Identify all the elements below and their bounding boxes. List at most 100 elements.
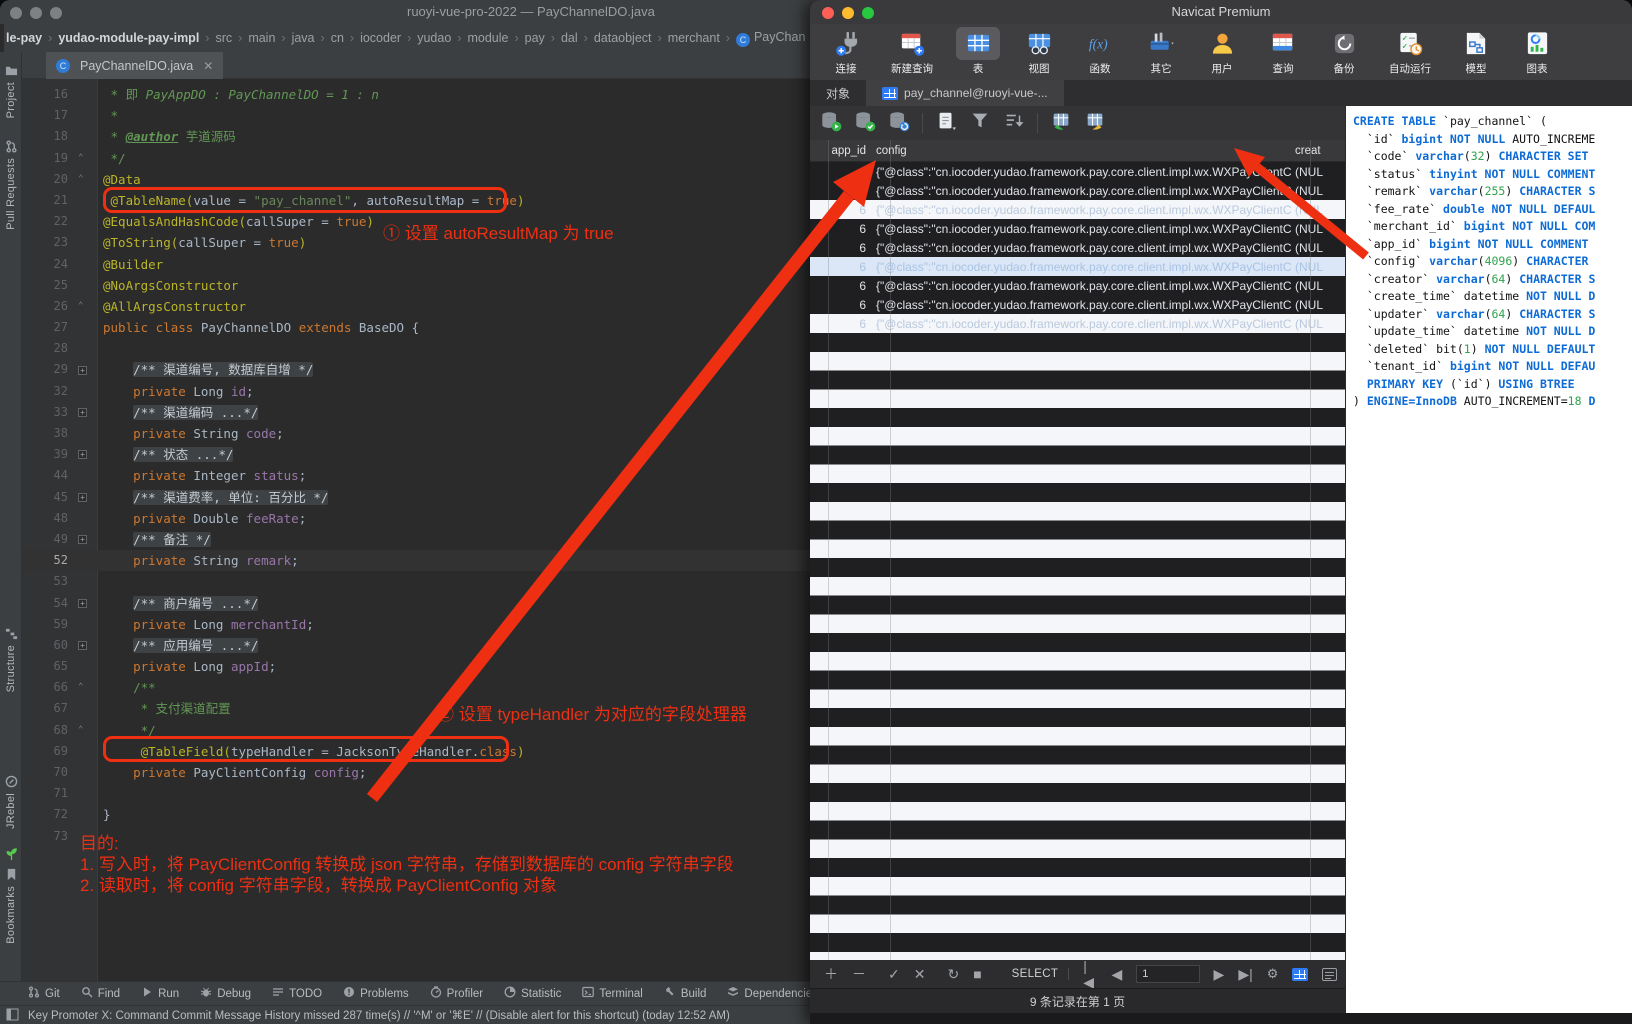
code-line[interactable]: 49+ /** 备注 */ xyxy=(22,529,843,550)
breadcrumb-item[interactable]: CPayChan xyxy=(734,30,807,47)
code-line[interactable]: 38 private String code; xyxy=(22,423,843,444)
navicat-tool-user[interactable]: 用户 xyxy=(1196,27,1248,76)
window-controls-inactive[interactable] xyxy=(10,6,70,24)
form-view-button[interactable] xyxy=(1322,968,1337,981)
close-window-icon[interactable] xyxy=(10,7,22,19)
cell-config[interactable]: {"@class":"cn.iocoder.yudao.framework.pa… xyxy=(872,222,1292,236)
tab-paychanneldo-java[interactable]: C PayChannelDO.java ✕ xyxy=(46,52,223,79)
code-line[interactable]: 52 private String remark; xyxy=(22,550,843,571)
cell-create-time[interactable]: (NUL xyxy=(1292,298,1332,312)
code-line[interactable]: 54+ /** 商户编号 ...*/ xyxy=(22,593,843,614)
intellij-titlebar[interactable]: ruoyi-vue-pro-2022 — PayChannelDO.java xyxy=(0,0,843,24)
sidebar-item-jrebel[interactable]: JRebel xyxy=(0,775,22,829)
breadcrumb-item[interactable]: iocoder xyxy=(358,31,403,45)
code-line[interactable]: 19⌃ */ xyxy=(22,148,843,169)
code-line[interactable]: 27public class PayChannelDO extends Base… xyxy=(22,317,843,338)
grid-import-icon[interactable] xyxy=(1050,110,1072,137)
navicat-tool-table[interactable]: 表 xyxy=(952,27,1004,76)
column-header-app-id[interactable]: app_id xyxy=(810,145,872,157)
code-line[interactable]: 25@NoArgsConstructor xyxy=(22,275,843,296)
breadcrumb-item[interactable]: dal xyxy=(559,31,580,45)
navicat-tool-others[interactable]: 其它 xyxy=(1135,27,1187,76)
cell-create-time[interactable]: (NUL xyxy=(1292,260,1332,274)
cell-create-time[interactable]: (NUL xyxy=(1292,203,1332,217)
code-line[interactable]: 45+ /** 渠道费率, 单位: 百分比 */ xyxy=(22,487,843,508)
breadcrumb-item[interactable]: merchant xyxy=(666,31,722,45)
memo-icon[interactable] xyxy=(935,110,957,137)
breadcrumb-item[interactable]: dataobject xyxy=(592,31,654,45)
cell-app-id[interactable]: 6 xyxy=(810,241,872,255)
navicat-tool-new-query[interactable]: 新建查询 xyxy=(881,27,943,76)
cell-config[interactable]: {"@class":"cn.iocoder.yudao.framework.pa… xyxy=(872,317,1292,331)
cell-app-id[interactable]: 6 xyxy=(810,317,872,331)
breadcrumb-item[interactable]: src xyxy=(213,31,234,45)
tool-button-debug[interactable]: Debug xyxy=(200,986,251,1001)
navicat-tool-chart[interactable]: 图表 xyxy=(1511,27,1563,76)
fold-expand-icon[interactable]: + xyxy=(78,487,98,508)
code-line[interactable]: 53 xyxy=(22,571,843,592)
cell-config[interactable]: {"@class":"cn.iocoder.yudao.framework.pa… xyxy=(872,260,1292,274)
tool-button-statistic[interactable]: Statistic xyxy=(504,986,561,1001)
first-page-button[interactable]: |◀ xyxy=(1083,958,1097,991)
breadcrumb[interactable]: le-pay›yudao-module-pay-impl›src›main›ja… xyxy=(4,24,843,52)
settings-gear-icon[interactable]: ⚙ xyxy=(1267,966,1279,982)
refresh-button[interactable]: ↻ xyxy=(947,966,959,983)
cell-create-time[interactable]: (NUL xyxy=(1292,279,1332,293)
code-line[interactable]: 60+ /** 应用编号 ...*/ xyxy=(22,635,843,656)
cell-app-id[interactable]: 6 xyxy=(810,222,872,236)
cell-config[interactable]: {"@class":"cn.iocoder.yudao.framework.pa… xyxy=(872,203,1292,217)
cell-app-id[interactable]: 6 xyxy=(810,260,872,274)
navicat-tool-function[interactable]: f(x)函数 xyxy=(1074,27,1126,76)
fold-expand-icon[interactable]: + xyxy=(78,635,98,656)
cell-app-id[interactable]: 6 xyxy=(810,184,872,198)
filter-icon[interactable] xyxy=(969,110,991,137)
tool-button-terminal[interactable]: Terminal xyxy=(582,986,642,1001)
code-line[interactable]: 44 private Integer status; xyxy=(22,465,843,486)
tab-pay-channel-table[interactable]: pay_channel@ruoyi-vue-... xyxy=(866,80,1064,106)
navicat-tool-model[interactable]: 模型 xyxy=(1450,27,1502,76)
tab-objects[interactable]: 对象 xyxy=(810,80,866,106)
fold-arrow-icon[interactable]: ⌃ xyxy=(78,296,98,317)
breadcrumb-item[interactable]: cn xyxy=(329,31,346,45)
tool-button-todo[interactable]: TODO xyxy=(272,986,322,1001)
code-line[interactable]: 16 * 即 PayAppDO : PayChannelDO = 1 : n xyxy=(22,84,843,105)
code-line[interactable]: 70 private PayClientConfig config; xyxy=(22,762,843,783)
tool-button-profiler[interactable]: Profiler xyxy=(430,986,483,1001)
navicat-tool-query[interactable]: 查询 xyxy=(1257,27,1309,76)
cell-create-time[interactable]: (NUL xyxy=(1292,165,1332,179)
code-line[interactable]: 17 * xyxy=(22,105,843,126)
breadcrumb-item[interactable]: yudao-module-pay-impl xyxy=(56,31,201,45)
code-line[interactable]: 24@Builder xyxy=(22,254,843,275)
fold-arrow-icon[interactable]: ⌃ xyxy=(78,148,98,169)
db-check-icon[interactable] xyxy=(854,110,876,137)
breadcrumb-item[interactable]: java xyxy=(290,31,317,45)
db-run-icon[interactable] xyxy=(820,110,842,137)
column-header-create-time[interactable]: creat xyxy=(1292,145,1332,157)
breadcrumb-item[interactable]: le-pay xyxy=(4,31,44,45)
sort-icon[interactable] xyxy=(1003,110,1025,137)
cell-config[interactable]: {"@class":"cn.iocoder.yudao.framework.pa… xyxy=(872,279,1292,293)
code-line[interactable]: 65 private Long appId; xyxy=(22,656,843,677)
cell-config[interactable]: {"@class":"cn.iocoder.yudao.framework.pa… xyxy=(872,165,1292,179)
ddl-panel[interactable]: CREATE TABLE `pay_channel` ( `id` bigint… xyxy=(1345,106,1632,1013)
next-page-button[interactable]: ▶ xyxy=(1214,966,1225,983)
sidebar-item-structure[interactable]: Structure xyxy=(0,627,22,692)
code-line[interactable]: 33+ /** 渠道编码 ...*/ xyxy=(22,402,843,423)
grid-view-button[interactable] xyxy=(1292,968,1308,981)
tool-button-problems[interactable]: Problems xyxy=(343,986,409,1001)
tool-button-dependencies[interactable]: Dependencies xyxy=(727,986,818,1001)
minimize-window-icon[interactable] xyxy=(30,7,42,19)
stop-button[interactable]: ■ xyxy=(973,966,981,982)
fold-expand-icon[interactable]: + xyxy=(78,444,98,465)
sidebar-item-bookmarks[interactable]: Bookmarks xyxy=(0,868,22,944)
code-line[interactable]: 39+ /** 状态 ...*/ xyxy=(22,444,843,465)
cell-config[interactable]: {"@class":"cn.iocoder.yudao.framework.pa… xyxy=(872,241,1292,255)
breadcrumb-item[interactable]: module xyxy=(465,31,510,45)
cell-create-time[interactable]: (NUL xyxy=(1292,222,1332,236)
sidebar-item-pull-requests[interactable]: Pull Requests xyxy=(0,140,22,230)
cell-app-id[interactable]: 6 xyxy=(810,298,872,312)
code-line[interactable]: 72} xyxy=(22,804,843,825)
navicat-tool-view[interactable]: 视图 xyxy=(1013,27,1065,76)
breadcrumb-item[interactable]: pay xyxy=(523,31,547,45)
cell-config[interactable]: {"@class":"cn.iocoder.yudao.framework.pa… xyxy=(872,184,1292,198)
